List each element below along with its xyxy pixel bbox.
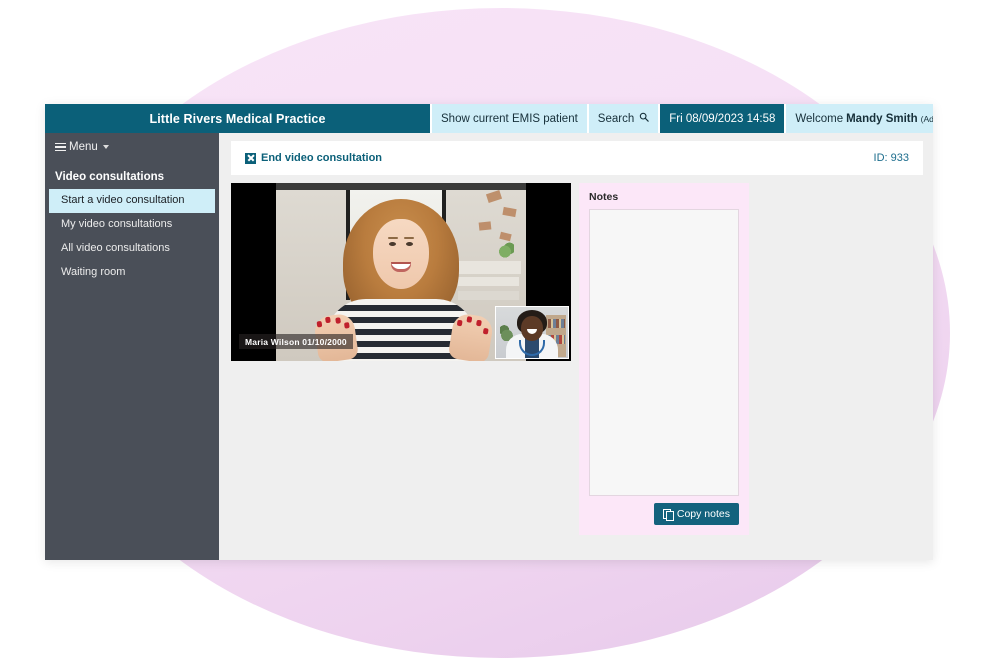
main-content-area: End video consultation ID: 933 Maria Wil…	[219, 133, 933, 560]
eyebrow-left	[387, 237, 398, 240]
wall-decor	[499, 231, 512, 242]
fingernail	[335, 317, 341, 324]
copy-icon	[662, 509, 674, 521]
wall-decor	[485, 189, 503, 203]
sidebar: Menu Video consultations Start a video c…	[45, 133, 219, 560]
menu-toggle-button[interactable]: Menu	[45, 133, 219, 161]
sidebar-section-title: Video consultations	[55, 171, 165, 183]
search-label: Search	[597, 112, 635, 125]
fingernail	[316, 320, 323, 328]
user-account-menu[interactable]: Welcome Mandy Smith (Administrator)	[784, 104, 933, 133]
notes-actions: Copy notes	[589, 503, 739, 525]
notes-textarea[interactable]	[589, 209, 739, 496]
eyebrow-right	[404, 237, 415, 240]
eye-right	[406, 242, 414, 247]
user-role: (Administrator)	[920, 113, 933, 124]
end-video-consultation-button[interactable]: End video consultation	[245, 152, 382, 164]
fingernail	[475, 319, 482, 327]
mouth	[391, 261, 411, 272]
search-icon	[639, 112, 649, 125]
notes-title: Notes	[589, 191, 619, 203]
sidebar-nav-list: Start a video consultation My video cons…	[45, 189, 219, 285]
video-call-frame[interactable]: Maria Wilson 01/10/2000	[231, 183, 571, 361]
welcome-prefix: Welcome	[795, 112, 844, 125]
video-column: Maria Wilson 01/10/2000	[231, 183, 571, 361]
menu-label: Menu	[69, 141, 98, 153]
fingernail	[482, 327, 489, 335]
fingernail	[456, 319, 463, 327]
wall-decor	[502, 206, 517, 217]
sidebar-item-my-video-consultations[interactable]: My video consultations	[45, 213, 219, 237]
show-current-emis-patient-button[interactable]: Show current EMIS patient	[430, 104, 587, 133]
fingernail	[325, 316, 331, 324]
consultation-id: ID: 933	[873, 152, 909, 164]
eye-left	[388, 242, 396, 247]
consultation-content-row: Maria Wilson 01/10/2000 Notes Copy notes	[219, 175, 933, 535]
fingernail	[466, 316, 473, 323]
copy-notes-label: Copy notes	[676, 508, 730, 520]
self-view-books	[548, 319, 565, 328]
participant-name-tag: Maria Wilson 01/10/2000	[239, 334, 353, 349]
plant	[498, 241, 514, 258]
sidebar-item-waiting-room[interactable]: Waiting room	[45, 261, 219, 285]
participant-face	[373, 218, 429, 289]
consultation-header-bar: End video consultation ID: 933	[231, 141, 923, 175]
current-datetime: Fri 08/09/2023 14:58	[658, 104, 785, 133]
self-view-thumbnail[interactable]	[495, 306, 569, 359]
search-button[interactable]: Search	[586, 104, 659, 133]
fingernail	[343, 322, 350, 329]
hamburger-icon	[55, 142, 66, 152]
screenshot-stage: Little Rivers Medical Practice Show curr…	[0, 0, 1000, 666]
user-name: Mandy Smith	[846, 112, 918, 125]
end-video-consultation-label: End video consultation	[261, 152, 383, 164]
top-navigation-bar: Little Rivers Medical Practice Show curr…	[45, 104, 933, 133]
participant-hand-right	[447, 312, 495, 361]
copy-notes-button[interactable]: Copy notes	[653, 503, 739, 525]
chevron-down-icon	[102, 145, 109, 149]
show-emis-patient-label: Show current EMIS patient	[441, 112, 578, 125]
application-body: Menu Video consultations Start a video c…	[45, 133, 933, 560]
app-brand-title: Little Rivers Medical Practice	[45, 104, 430, 133]
wall-decor	[478, 221, 492, 231]
sidebar-item-start-a-video-consultation[interactable]: Start a video consultation	[49, 189, 215, 213]
close-square-icon	[245, 152, 256, 164]
notes-panel: Notes Copy notes	[579, 183, 749, 535]
sidebar-item-all-video-consultations[interactable]: All video consultations	[45, 237, 219, 261]
shelf	[456, 261, 521, 274]
application-window: Little Rivers Medical Practice Show curr…	[45, 104, 933, 560]
